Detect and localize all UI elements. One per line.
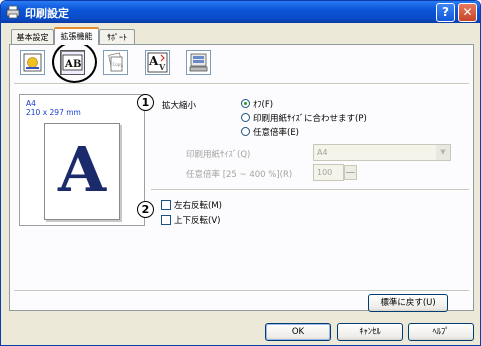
section-divider <box>151 189 469 191</box>
watermark-tool-button[interactable] <box>20 50 45 75</box>
svg-text:A: A <box>148 54 159 68</box>
fit-to-paper-radio[interactable] <box>241 113 250 122</box>
window-title: 印刷設定 <box>25 7 69 20</box>
mirror-horizontal-checkbox[interactable] <box>161 200 171 210</box>
mirror-vertical-checkbox[interactable] <box>161 215 171 225</box>
ok-button[interactable]: OK <box>265 323 331 341</box>
ratio-input-value: 100 <box>317 168 333 177</box>
tab-advanced[interactable]: 拡張機能 <box>54 27 99 45</box>
scaling-off-label[interactable]: ｵﾌ(F) <box>253 98 273 110</box>
paper-name: A4 <box>26 99 36 108</box>
tab-support[interactable]: ｻﾎﾟｰﾄ <box>99 29 135 45</box>
title-bar[interactable]: 印刷設定 ? ✕ <box>1 1 480 23</box>
copy-tool-button[interactable]: Copy <box>103 50 128 75</box>
help-button[interactable]: ﾍﾙﾌﾟ <box>408 323 474 341</box>
fit-to-paper-label[interactable]: 印刷用紙ｻｲｽﾞに合わせます(P) <box>253 112 367 124</box>
paper-size-select[interactable]: A4 ▼ <box>313 144 451 161</box>
preview-paper: A <box>44 123 120 220</box>
page-preview: A4 210 x 297 mm A <box>19 94 145 226</box>
toolbar-divider <box>14 83 469 85</box>
custom-ratio-field-label: 任意倍率 [25 ~ 400 %](R) <box>186 170 293 180</box>
paper-size-select-value: A4 <box>317 148 328 157</box>
scaling-label: 拡大縮小 <box>162 101 197 111</box>
device-options-tool-button[interactable] <box>186 50 211 75</box>
ratio-input[interactable]: 100 <box>313 164 344 181</box>
mirror-horizontal-label[interactable]: 左右反転(M) <box>174 199 222 211</box>
scaling-off-radio[interactable] <box>241 99 250 108</box>
tab-basic-settings[interactable]: 基本設定 <box>11 29 54 45</box>
custom-ratio-radio[interactable] <box>241 127 250 136</box>
paper-size-info: A4 210 x 297 mm <box>26 99 81 117</box>
callout-circle-scaling <box>52 41 97 83</box>
custom-ratio-label[interactable]: 任意倍率(E) <box>253 126 299 138</box>
footer-divider <box>14 290 469 292</box>
chevron-down-icon: ▼ <box>436 145 450 160</box>
svg-text:V: V <box>158 62 166 72</box>
paper-dimensions: 210 x 297 mm <box>26 108 81 117</box>
preview-letter: A <box>57 133 107 206</box>
callout-number-1: 1 <box>137 94 154 111</box>
svg-text:Copy: Copy <box>113 62 124 67</box>
close-button[interactable]: ✕ <box>458 3 477 22</box>
ratio-spinner[interactable] <box>344 165 357 180</box>
printer-icon <box>6 5 20 19</box>
device-options-tool-icon <box>189 53 208 72</box>
reverse-print-tool-button[interactable]: A V <box>145 50 170 75</box>
reverse-print-tool-icon: A V <box>147 52 168 73</box>
restore-defaults-button[interactable]: 標準に戻す(U) <box>368 294 448 312</box>
mirror-vertical-label[interactable]: 上下反転(V) <box>174 214 220 226</box>
help-title-button[interactable]: ? <box>436 3 455 22</box>
copy-tool-icon: Copy <box>108 52 124 72</box>
callout-number-2: 2 <box>137 201 154 218</box>
watermark-tool-icon <box>23 53 42 72</box>
print-settings-window: 印刷設定 ? ✕ 基本設定 拡張機能 ｻﾎﾟｰﾄ A B Copy A V A4… <box>0 0 481 346</box>
cancel-button[interactable]: ｷｬﾝｾﾙ <box>337 323 403 341</box>
paper-size-field-label: 印刷用紙ｻｲｽﾞ(Q) <box>186 150 251 160</box>
